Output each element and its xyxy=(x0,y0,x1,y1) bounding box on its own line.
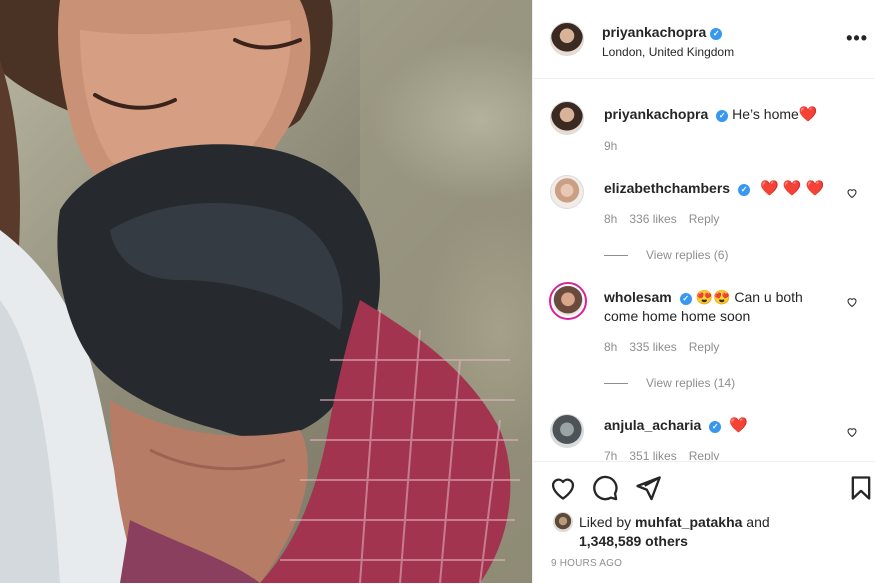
post-side-panel: priyankachopra ✓ London, United Kingdom •… xyxy=(532,0,875,583)
view-replies-label[interactable]: View replies (14) xyxy=(646,376,735,390)
comment-time[interactable]: 7h xyxy=(604,449,617,460)
heart-icon[interactable] xyxy=(549,474,577,502)
liked-by-label: Liked by xyxy=(579,514,632,530)
caption-body: He’s home xyxy=(732,106,799,122)
author-username[interactable]: priyankachopra xyxy=(602,24,706,40)
like-comment-heart-icon[interactable] xyxy=(846,296,858,308)
view-replies-button[interactable]: View replies (14) xyxy=(604,376,735,390)
comment-time[interactable]: 8h xyxy=(604,212,617,226)
caption-avatar[interactable] xyxy=(550,101,584,135)
photo-illustration xyxy=(0,0,532,583)
share-icon[interactable] xyxy=(634,474,662,502)
likes-count-button[interactable]: 1,348,589 others xyxy=(579,533,688,549)
bookmark-icon[interactable] xyxy=(847,474,875,502)
replies-divider xyxy=(604,383,628,385)
liker-avatar[interactable] xyxy=(553,512,573,532)
comment-likes[interactable]: 335 likes xyxy=(629,340,676,354)
more-horizontal-icon[interactable]: ••• xyxy=(846,28,868,49)
view-replies-button[interactable]: View replies (6) xyxy=(604,248,728,262)
comment-meta: 8h 335 likes Reply xyxy=(604,340,731,354)
comment-body: ❤️ ❤️ ❤️ xyxy=(759,180,825,197)
like-comment-heart-icon[interactable] xyxy=(846,187,858,199)
comment-meta: 7h 351 likes Reply xyxy=(604,449,731,460)
post-location[interactable]: London, United Kingdom xyxy=(602,45,734,59)
post-photo[interactable] xyxy=(0,0,532,583)
comment-likes[interactable]: 351 likes xyxy=(629,449,676,460)
comment-text: elizabethchambers ✓ ❤️ ❤️ ❤️ xyxy=(604,179,834,198)
author-info: priyankachopra ✓ xyxy=(602,24,723,42)
comment-likes[interactable]: 336 likes xyxy=(629,212,676,226)
post-timestamp[interactable]: 9 HOURS AGO xyxy=(551,558,622,569)
caption-time: 9h xyxy=(604,139,629,153)
verified-badge-icon: ✓ xyxy=(738,184,751,196)
caption-timestamp[interactable]: 9h xyxy=(604,139,617,153)
reply-button[interactable]: Reply xyxy=(689,212,720,226)
comment-time[interactable]: 8h xyxy=(604,340,617,354)
comment-icon[interactable] xyxy=(591,474,619,502)
comment-username[interactable]: wholesam xyxy=(604,289,672,305)
post-header: priyankachopra ✓ London, United Kingdom •… xyxy=(533,0,875,79)
verified-badge-icon: ✓ xyxy=(716,110,729,122)
red-heart-emoji: ❤️ xyxy=(798,106,818,123)
verified-badge-icon: ✓ xyxy=(709,421,722,433)
reply-button[interactable]: Reply xyxy=(689,449,720,460)
replies-divider xyxy=(604,255,628,257)
post-actions: Liked by muhfat_patakha and 1,348,589 ot… xyxy=(533,461,875,584)
comment-username[interactable]: elizabethchambers xyxy=(604,180,730,196)
likes-summary: Liked by muhfat_patakha and 1,348,589 ot… xyxy=(579,513,770,551)
comment-username[interactable]: anjula_acharia xyxy=(604,417,701,433)
comment-avatar[interactable] xyxy=(550,414,584,448)
like-comment-heart-icon[interactable] xyxy=(846,426,858,438)
liked-and-label: and xyxy=(746,514,770,530)
comment-text: wholesam ✓ 😍😍 Can u both come home home s… xyxy=(604,288,834,326)
author-avatar[interactable] xyxy=(550,22,584,56)
comments-list[interactable]: priyankachopra ✓ He’s home❤️ 9h elizabeth… xyxy=(533,79,875,460)
view-replies-label[interactable]: View replies (6) xyxy=(646,248,728,262)
verified-badge-icon: ✓ xyxy=(710,28,723,40)
verified-badge-icon: ✓ xyxy=(679,293,692,305)
caption-username[interactable]: priyankachopra xyxy=(604,106,708,122)
reply-button[interactable]: Reply xyxy=(689,340,720,354)
comment-avatar[interactable] xyxy=(550,175,584,209)
comment-body: ❤️ xyxy=(729,417,748,434)
comment-text: anjula_acharia ✓ ❤️ xyxy=(604,416,834,435)
caption-text: priyankachopra ✓ He’s home❤️ xyxy=(604,105,834,124)
liker-username[interactable]: muhfat_patakha xyxy=(635,514,742,530)
comment-meta: 8h 336 likes Reply xyxy=(604,212,731,226)
comment-avatar-story[interactable] xyxy=(549,282,587,320)
